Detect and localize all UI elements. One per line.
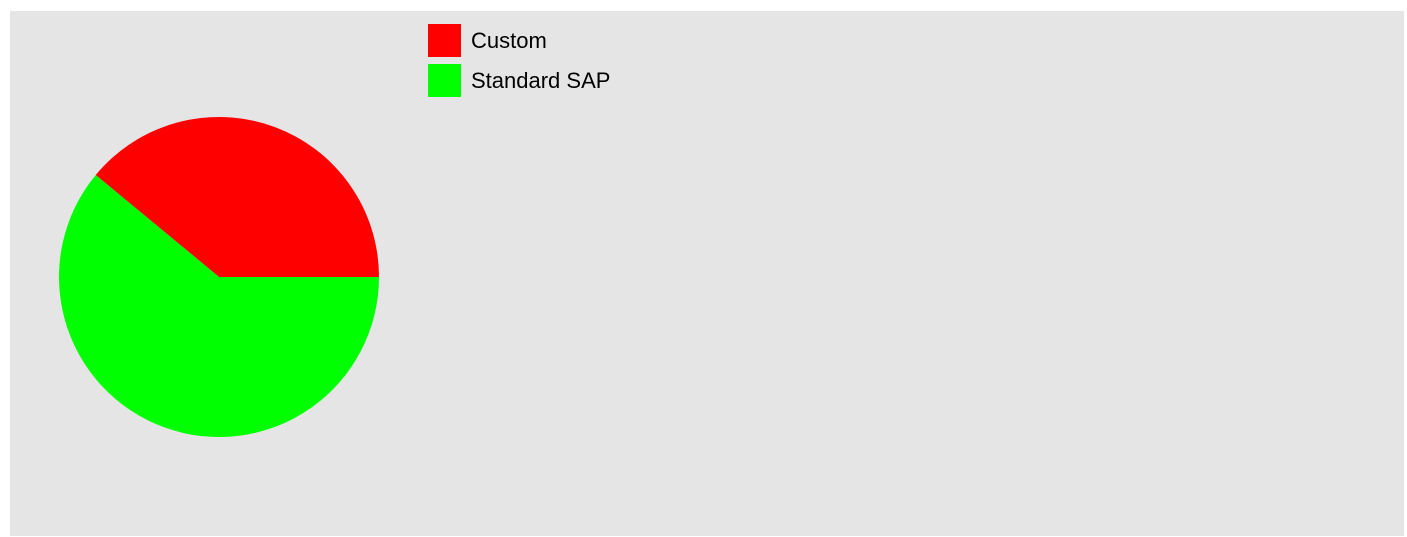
- chart-panel: Custom Standard SAP: [10, 11, 1404, 536]
- pie-chart: [59, 117, 380, 438]
- legend: Custom Standard SAP: [428, 24, 610, 97]
- legend-label-custom: Custom: [471, 28, 547, 53]
- legend-item-custom: Custom: [428, 24, 610, 57]
- legend-item-standard-sap: Standard SAP: [428, 64, 610, 97]
- legend-label-standard-sap: Standard SAP: [471, 68, 611, 93]
- legend-swatch-custom: [428, 24, 461, 57]
- legend-swatch-standard-sap: [428, 64, 461, 97]
